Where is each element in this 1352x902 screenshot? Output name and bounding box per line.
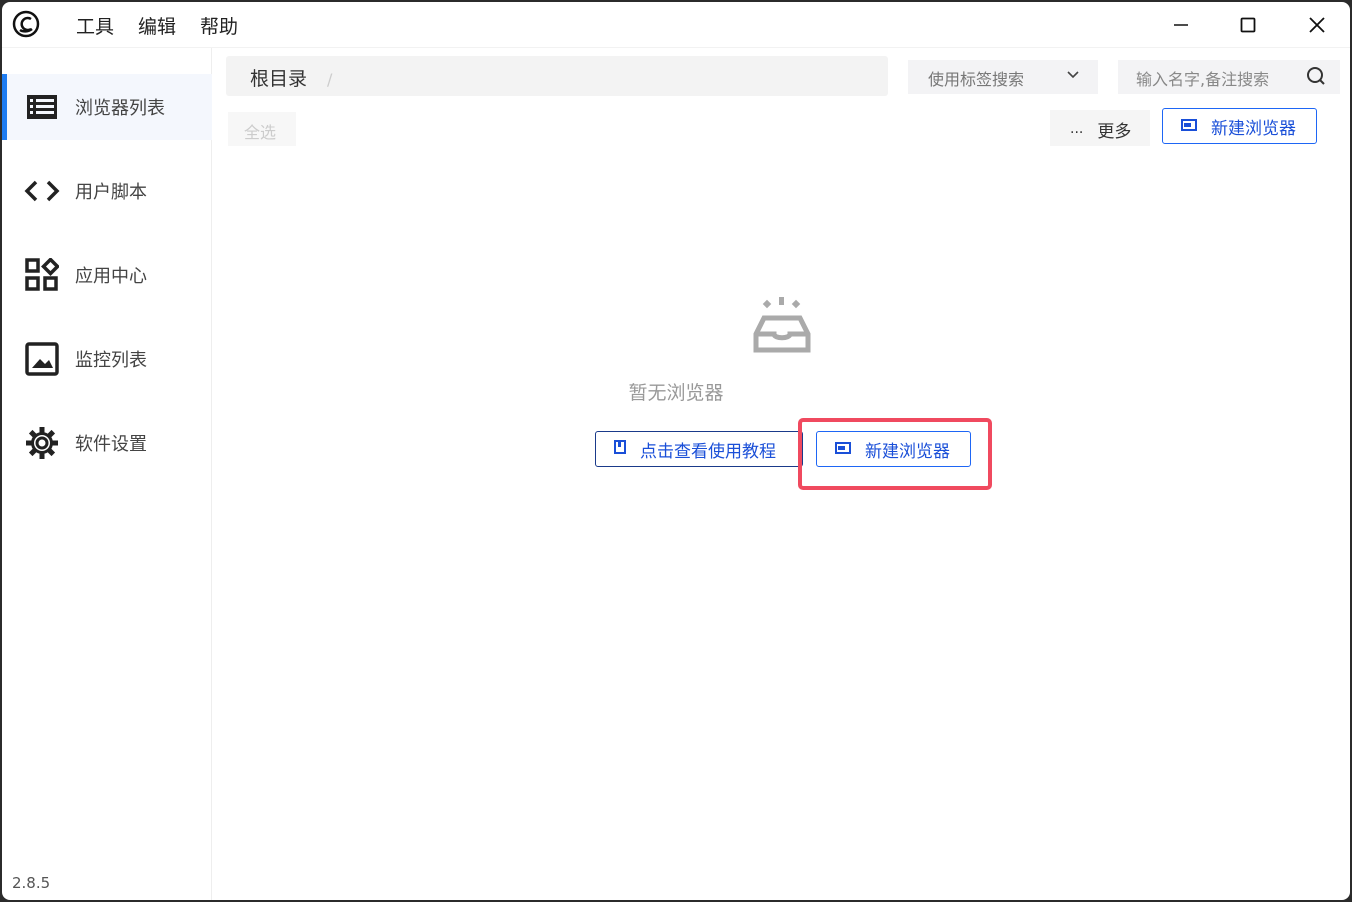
version-label: 2.8.5 (12, 874, 51, 892)
sidebar-item-label: 应用中心 (75, 266, 147, 287)
gear-icon (24, 425, 60, 461)
empty-inbox-icon (753, 297, 811, 353)
chevron-down-icon (1066, 65, 1080, 89)
search-input[interactable]: 输入名字,备注搜索 (1118, 60, 1340, 94)
sidebar: 浏览器列表 用户脚本 应用中心 监控列表 软件设置 2.8.5 (2, 48, 212, 900)
sidebar-item-label: 浏览器列表 (75, 98, 165, 119)
select-all-button[interactable]: 全选 (228, 112, 296, 146)
image-icon (24, 341, 60, 377)
browser-icon (1181, 116, 1197, 136)
highlight-box (798, 418, 992, 490)
sidebar-item-label: 软件设置 (75, 434, 147, 455)
tag-search-select[interactable]: 使用标签搜索 (908, 60, 1098, 94)
app-logo-icon (12, 10, 40, 38)
sidebar-item-label: 监控列表 (75, 350, 147, 371)
breadcrumb-root[interactable]: 根目录 (250, 68, 307, 90)
menu-help[interactable]: 帮助 (200, 12, 238, 39)
sidebar-item-app-center[interactable]: 应用中心 (2, 242, 212, 308)
apps-icon (24, 257, 60, 293)
more-label: 更多 (1097, 122, 1132, 142)
search-icon[interactable] (1306, 66, 1326, 90)
maximize-button[interactable] (1233, 10, 1263, 40)
more-button[interactable]: ··· 更多 (1050, 110, 1150, 146)
sidebar-item-label: 用户脚本 (75, 182, 147, 203)
tutorial-button[interactable]: 点击查看使用教程 (595, 431, 803, 467)
minimize-button[interactable] (1166, 10, 1196, 40)
search-placeholder: 输入名字,备注搜索 (1136, 70, 1270, 89)
title-bar: 工具 编辑 帮助 (2, 2, 1350, 48)
more-icon: ··· (1070, 125, 1084, 141)
new-browser-button[interactable]: 新建浏览器 (1162, 108, 1317, 144)
menu-edit[interactable]: 编辑 (138, 12, 176, 39)
sidebar-item-settings[interactable]: 软件设置 (2, 410, 212, 476)
list-icon (24, 89, 60, 125)
menu-tools[interactable]: 工具 (76, 12, 114, 39)
tutorial-label: 点击查看使用教程 (640, 441, 776, 462)
breadcrumb-separator: / (327, 70, 333, 89)
new-browser-label: 新建浏览器 (1211, 118, 1296, 139)
code-icon (24, 173, 60, 209)
empty-state-text: 暂无浏览器 (628, 382, 724, 404)
close-button[interactable] (1302, 10, 1332, 40)
app-window: 工具 编辑 帮助 浏览器列表 用户脚本 应用中心 监控列表 软件设置 2.8.5 (2, 2, 1350, 900)
breadcrumb: 根目录 / (226, 56, 888, 96)
tag-search-label: 使用标签搜索 (928, 70, 1025, 89)
book-icon (614, 439, 626, 459)
sidebar-item-browser-list[interactable]: 浏览器列表 (2, 74, 212, 140)
sidebar-item-user-scripts[interactable]: 用户脚本 (2, 158, 212, 224)
